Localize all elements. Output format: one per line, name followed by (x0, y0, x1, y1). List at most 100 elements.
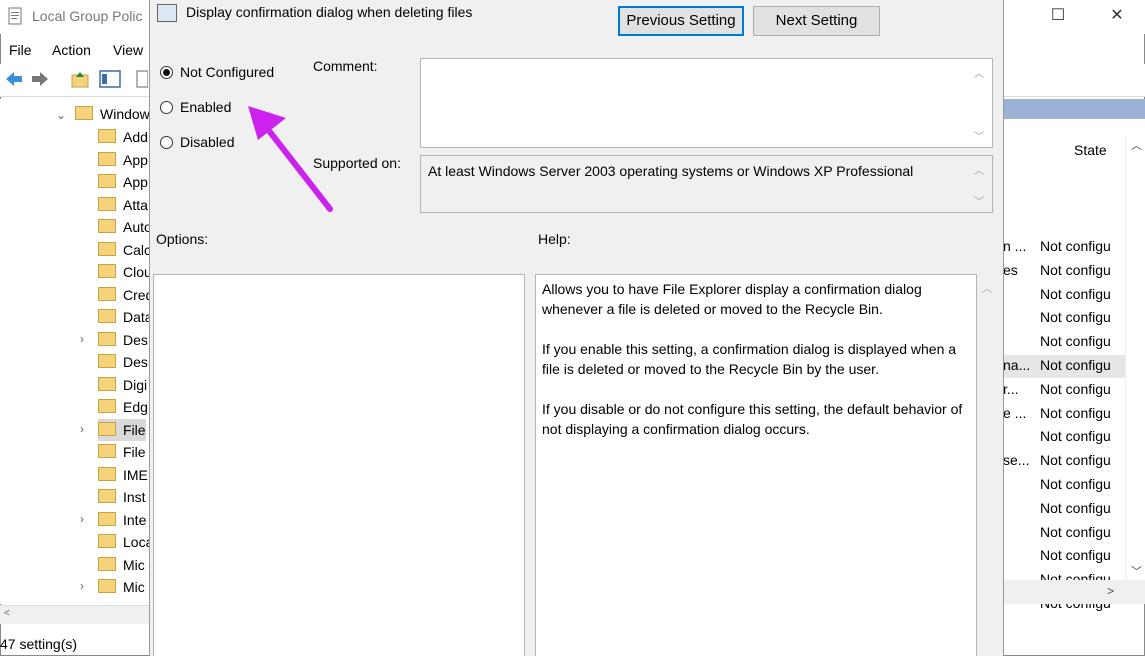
setting-name-cell[interactable]: na... (1003, 357, 1030, 373)
supported-on-field: At least Windows Server 2003 operating s… (420, 155, 993, 213)
state-cell[interactable]: Not configu (1040, 286, 1111, 302)
state-cell[interactable]: Not configu (1040, 547, 1111, 563)
tree-item[interactable]: App (98, 149, 148, 171)
tree-item[interactable]: Mic (98, 554, 145, 576)
comment-label: Comment: (313, 58, 378, 74)
radio-disabled[interactable]: Disabled (160, 132, 234, 152)
close-icon: ✕ (1110, 7, 1124, 24)
tree-expand-icon[interactable]: › (80, 512, 84, 526)
state-cell[interactable]: Not configu (1040, 428, 1111, 444)
back-arrow-icon[interactable] (4, 70, 24, 88)
folder-icon (98, 286, 116, 301)
dialog-title: Display confirmation dialog when deletin… (186, 4, 473, 20)
scroll-down-icon[interactable]: ﹀ (974, 128, 984, 143)
radio-not-configured[interactable]: Not Configured (160, 62, 274, 82)
folder-icon (98, 354, 116, 369)
tree-item[interactable]: IME (98, 464, 148, 486)
properties-icon[interactable] (136, 69, 148, 89)
tree-item[interactable]: File (98, 418, 146, 441)
tree-item[interactable]: Calc (98, 239, 150, 261)
folder-icon (98, 534, 116, 549)
radio-unselected-icon (160, 135, 173, 149)
state-cell[interactable]: Not configu (1040, 452, 1111, 468)
state-cell[interactable]: Not configu (1040, 500, 1111, 516)
state-cell[interactable]: Not configu (1040, 333, 1111, 349)
state-cell[interactable]: Not configu (1040, 476, 1111, 492)
folder-icon (98, 489, 116, 504)
tree-expand-icon[interactable]: › (80, 579, 84, 593)
help-label: Help: (538, 231, 571, 247)
scroll-left-icon[interactable]: < (4, 608, 10, 619)
setting-name-cell[interactable]: r... (1003, 381, 1019, 397)
tree-item[interactable]: Add (98, 126, 148, 148)
state-cell[interactable]: Not configu (1040, 524, 1111, 540)
tree-item[interactable]: File (98, 441, 146, 463)
folder-icon (98, 219, 116, 234)
comment-textarea[interactable]: ︿ ﹀ (420, 58, 993, 148)
state-cell[interactable]: Not configu (1040, 262, 1111, 278)
menu-view[interactable]: View (113, 42, 143, 58)
folder-icon (98, 421, 116, 436)
forward-arrow-icon[interactable] (30, 70, 50, 88)
radio-enabled[interactable]: Enabled (160, 97, 231, 117)
tree-item[interactable]: Cred (98, 284, 150, 306)
maximize-button[interactable]: ☐ (1035, 0, 1081, 32)
folder-icon (98, 174, 116, 189)
close-window-button[interactable]: ✕ (1094, 0, 1140, 32)
setting-name-cell[interactable]: e ... (1003, 405, 1026, 421)
help-scroll-up-icon[interactable]: ︿ (982, 280, 992, 295)
state-cell[interactable]: Not configu (1040, 309, 1111, 325)
state-cell[interactable]: Not configu (1040, 357, 1111, 373)
state-cell[interactable]: Not configu (1040, 381, 1111, 397)
tree-item[interactable]: Inst (98, 486, 146, 508)
up-folder-icon[interactable] (70, 69, 90, 89)
state-cell[interactable]: Not configu (1040, 405, 1111, 421)
state-column-header[interactable]: State (1074, 142, 1107, 158)
annotation-arrow-icon (248, 106, 333, 212)
folder-icon (98, 241, 116, 256)
menu-action[interactable]: Action (52, 42, 91, 58)
settings-horizontal-scrollbar[interactable]: > (1003, 580, 1145, 604)
tree-item[interactable]: Clou (98, 261, 150, 283)
policy-setting-icon (157, 4, 177, 22)
tree-item[interactable]: Auto (98, 216, 150, 238)
tree-horizontal-scrollbar[interactable]: < (0, 605, 150, 624)
tree-item[interactable]: App (98, 171, 148, 193)
menu-file[interactable]: File (9, 42, 32, 58)
options-panel (153, 274, 525, 656)
tree-item[interactable]: Digi (98, 374, 147, 396)
tree-expand-icon[interactable]: › (80, 332, 84, 346)
extended-view-header (1003, 99, 1145, 119)
tree-item[interactable]: Des (98, 351, 148, 373)
show-hide-tree-icon[interactable] (99, 69, 121, 89)
tree-item[interactable]: Atta (98, 194, 148, 216)
help-paragraph: Allows you to have File Explorer display… (542, 281, 922, 317)
radio-selected-icon (160, 65, 173, 79)
tree-expand-icon[interactable]: ⌄ (56, 108, 66, 122)
tree-item-windows[interactable]: Window (75, 103, 150, 125)
setting-name-cell[interactable]: es (1003, 262, 1018, 278)
folder-icon (98, 579, 116, 594)
folder-icon (98, 556, 116, 571)
state-cell[interactable]: Not configu (1040, 238, 1111, 254)
folder-icon (98, 309, 116, 324)
tree-expand-icon[interactable]: › (80, 422, 84, 436)
setting-name-cell[interactable]: n ... (1003, 238, 1026, 254)
scroll-up-icon[interactable]: ︿ (1131, 137, 1142, 153)
folder-icon (75, 106, 93, 121)
scroll-up-icon[interactable]: ︿ (974, 65, 984, 80)
tree-item[interactable]: Mic (98, 576, 145, 598)
scroll-down-icon[interactable]: ﹀ (974, 193, 984, 208)
settings-vertical-scrollbar[interactable]: ︿ ﹀ (1125, 135, 1145, 580)
tree-item[interactable]: Data (98, 306, 150, 328)
previous-setting-button[interactable]: Previous Setting (618, 6, 744, 36)
next-setting-button[interactable]: Next Setting (753, 6, 880, 36)
scroll-down-icon[interactable]: ﹀ (1131, 563, 1142, 579)
tree-item[interactable]: Edg (98, 396, 148, 418)
scroll-right-icon[interactable]: > (1107, 584, 1114, 598)
tree-item[interactable]: Des (98, 329, 148, 351)
tree-item[interactable]: Inte (98, 509, 146, 531)
tree-item[interactable]: Loca (98, 531, 150, 553)
scroll-up-icon[interactable]: ︿ (974, 162, 984, 177)
setting-name-cell[interactable]: se... (1003, 452, 1029, 468)
